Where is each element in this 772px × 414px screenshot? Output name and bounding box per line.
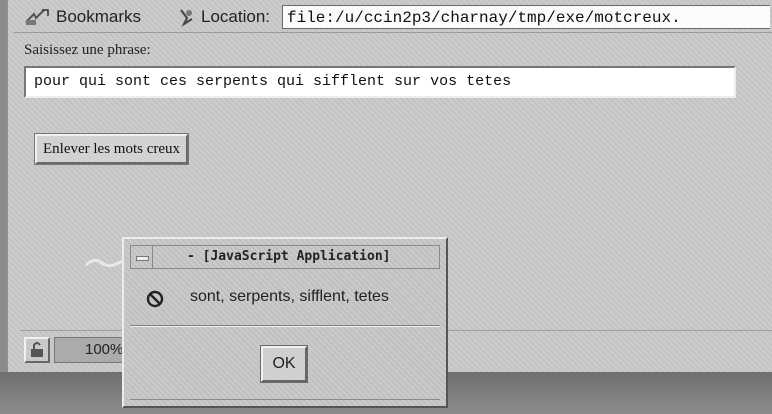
- dialog-bottom-line: [130, 399, 440, 400]
- window-menu-button[interactable]: [131, 246, 153, 268]
- location-icon[interactable]: [177, 7, 197, 27]
- location-toolbar: Bookmarks Location: file:/u/ccin2p3/char…: [14, 2, 772, 33]
- bookmarks-menu[interactable]: Bookmarks: [56, 7, 141, 27]
- remove-hollow-words-button[interactable]: Enlever les mots creux: [33, 133, 190, 165]
- no-entry-icon: [146, 290, 164, 308]
- ok-button[interactable]: OK: [260, 345, 308, 383]
- phrase-input[interactable]: pour qui sont ces serpents qui sifflent …: [24, 66, 736, 98]
- dialog-title: - [JavaScript Application]: [187, 249, 391, 264]
- url-input[interactable]: file:/u/ccin2p3/charnay/tmp/exe/motcreux…: [282, 5, 770, 29]
- javascript-alert-dialog: - [JavaScript Application] sont, serpent…: [122, 237, 448, 408]
- phrase-prompt-label: Saisissez une phrase:: [24, 42, 151, 58]
- location-label: Location:: [201, 7, 270, 26]
- decorative-smudge: [84, 258, 123, 268]
- bookmark-icon[interactable]: [24, 8, 50, 26]
- dialog-titlebar[interactable]: - [JavaScript Application]: [130, 245, 440, 269]
- dialog-message: sont, serpents, sifflent, tetes: [190, 288, 389, 305]
- lock-icon[interactable]: [24, 337, 50, 363]
- dialog-separator: [130, 325, 440, 327]
